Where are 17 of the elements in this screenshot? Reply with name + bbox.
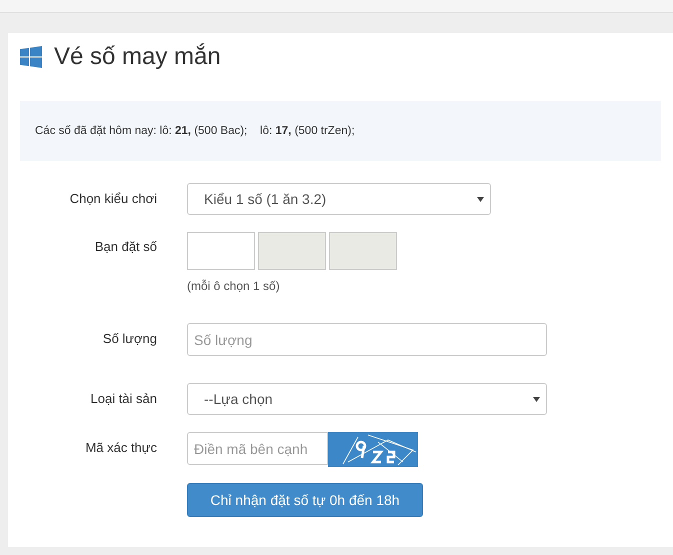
submit-button[interactable]: Chỉ nhận đặt số tự 0h đến 18h	[187, 483, 423, 517]
field-label: Số lượng	[102, 331, 157, 347]
hint-text: (mỗi ô chọn 1 số)	[187, 279, 280, 293]
dropdown[interactable]: --Lựa chọn	[187, 383, 547, 415]
quantity-field[interactable]: Số lượng	[187, 323, 547, 356]
caret-icon	[477, 196, 484, 202]
page-title: Vé số may mắn	[54, 43, 221, 71]
caret-icon	[533, 396, 540, 402]
field-label: Mã xác thực	[85, 440, 157, 456]
number-box[interactable]	[187, 232, 255, 270]
captcha-field[interactable]: Điền mã bên cạnh	[187, 432, 328, 465]
field-label: Bạn đặt số	[94, 239, 157, 255]
windows-logo-icon	[20, 46, 42, 68]
field-label: Loại tài sản	[90, 391, 157, 407]
dropdown[interactable]: Kiểu 1 số (1 ăn 3.2)	[187, 183, 491, 215]
summary-text: Các số đã đặt hôm nay: lô: 21, (500 Bac); lô: 17, (500 trZen);	[35, 125, 355, 137]
field-label: Chọn kiểu chơi	[70, 191, 157, 207]
